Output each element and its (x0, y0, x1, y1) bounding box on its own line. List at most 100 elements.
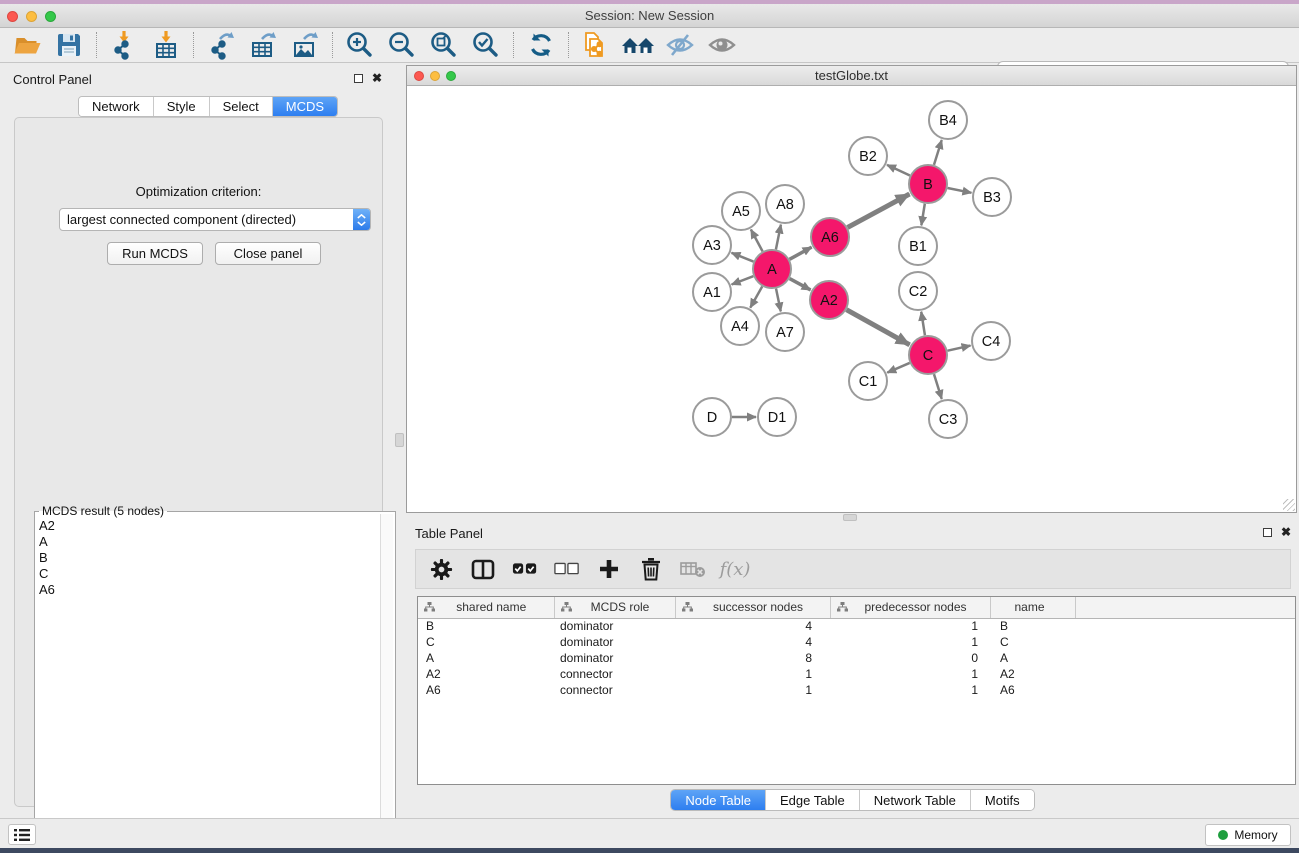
table-cell[interactable]: 1 (830, 618, 990, 634)
zoom-fit-icon[interactable] (427, 30, 461, 60)
mcds-result-item[interactable]: A6 (36, 582, 377, 598)
mcds-result-item[interactable]: B (36, 550, 377, 566)
mcds-result-list[interactable]: A2ABCA6 (36, 518, 377, 847)
table-cell[interactable]: 4 (675, 618, 830, 634)
table-cell[interactable]: 8 (675, 650, 830, 666)
table-cell[interactable]: 0 (830, 650, 990, 666)
edge-B-B1[interactable] (921, 204, 924, 226)
select-all-columns-icon[interactable] (512, 556, 538, 582)
table-cell[interactable]: 1 (675, 682, 830, 698)
zoom-in-icon[interactable] (343, 30, 377, 60)
mcds-result-scrollbar[interactable] (380, 514, 393, 847)
vertical-splitter-handle[interactable] (395, 433, 404, 447)
column-header-MCDS-role[interactable]: MCDS role (554, 597, 675, 618)
column-header-name[interactable]: name (990, 597, 1075, 618)
edge-B-B4[interactable] (934, 140, 942, 165)
node-table[interactable]: shared nameMCDS rolesuccessor nodesprede… (417, 596, 1296, 785)
table-cell[interactable]: connector (554, 666, 675, 682)
export-network-icon[interactable] (204, 30, 238, 60)
tab-node-table[interactable]: Node Table (671, 790, 766, 810)
edge-B-B3[interactable] (948, 188, 972, 193)
table-cell[interactable]: C (990, 634, 1075, 650)
edge-C-C2[interactable] (921, 312, 925, 335)
edge-A-A3[interactable] (731, 253, 753, 262)
edge-A-A5[interactable] (751, 230, 763, 252)
resize-grip-icon[interactable] (1283, 499, 1295, 511)
tab-network-table[interactable]: Network Table (860, 790, 971, 810)
export-table-icon[interactable] (246, 30, 280, 60)
table-cell[interactable]: dominator (554, 634, 675, 650)
table-cell[interactable]: dominator (554, 650, 675, 666)
edge-A2-C[interactable] (846, 310, 909, 345)
table-cell[interactable]: connector (554, 682, 675, 698)
mcds-result-item[interactable]: A (36, 534, 377, 550)
table-cell[interactable]: 1 (830, 634, 990, 650)
network-canvas[interactable]: AA1A2A3A4A5A6A7A8BB1B2B3B4CC1C2C3C4DD1 (407, 86, 1296, 512)
table-row[interactable]: A6connector11A6 (418, 682, 1295, 698)
deselect-all-columns-icon[interactable] (554, 556, 580, 582)
table-row[interactable]: Cdominator41C (418, 634, 1295, 650)
table-row[interactable]: A2connector11A2 (418, 666, 1295, 682)
network-window-titlebar[interactable]: testGlobe.txt (407, 66, 1296, 86)
toggle-columns-icon[interactable] (470, 556, 496, 582)
close-panel-icon[interactable]: ✖ (372, 73, 382, 83)
table-cell[interactable]: A6 (990, 682, 1075, 698)
delete-columns-icon[interactable] (638, 556, 664, 582)
import-network-icon[interactable] (107, 30, 141, 60)
tab-style[interactable]: Style (154, 97, 210, 116)
float-panel-icon[interactable] (354, 74, 363, 83)
tab-mcds[interactable]: MCDS (273, 97, 337, 116)
open-file-icon[interactable] (10, 30, 44, 60)
table-cell[interactable]: 1 (675, 666, 830, 682)
horizontal-splitter-handle[interactable] (843, 514, 857, 521)
add-column-icon[interactable] (596, 556, 622, 582)
table-cell[interactable]: 4 (675, 634, 830, 650)
edge-A-A1[interactable] (732, 276, 754, 284)
run-mcds-button[interactable]: Run MCDS (107, 242, 203, 265)
table-row[interactable]: Bdominator41B (418, 618, 1295, 634)
column-header-shared-name[interactable]: shared name (418, 597, 554, 618)
column-header-successor-nodes[interactable]: successor nodes (675, 597, 830, 618)
tab-network[interactable]: Network (79, 97, 154, 116)
table-cell[interactable]: B (418, 618, 554, 634)
clone-network-icon[interactable] (579, 30, 613, 60)
refresh-network-icon[interactable] (524, 30, 558, 60)
table-cell[interactable]: A (418, 650, 554, 666)
table-cell[interactable]: B (990, 618, 1075, 634)
table-row[interactable]: Adominator80A (418, 650, 1295, 666)
table-cell[interactable]: A2 (990, 666, 1075, 682)
close-panel-button[interactable]: Close panel (215, 242, 321, 265)
table-settings-icon[interactable] (428, 556, 454, 582)
table-close-panel-icon[interactable]: ✖ (1281, 527, 1291, 537)
edge-A6-B[interactable] (848, 194, 910, 227)
save-session-icon[interactable] (52, 30, 86, 60)
edge-A-A4[interactable] (750, 286, 762, 307)
import-table-icon[interactable] (149, 30, 183, 60)
edge-A-A6[interactable] (790, 247, 812, 259)
table-cell[interactable]: 1 (830, 666, 990, 682)
edge-A-A8[interactable] (776, 225, 781, 250)
tab-edge-table[interactable]: Edge Table (766, 790, 860, 810)
minimize-window-button[interactable] (26, 11, 37, 22)
close-window-button[interactable] (7, 11, 18, 22)
task-history-button[interactable] (8, 824, 36, 845)
table-cell[interactable]: A (990, 650, 1075, 666)
memory-button[interactable]: Memory (1205, 824, 1291, 846)
network-minimize-button[interactable] (430, 71, 440, 81)
column-header-predecessor-nodes[interactable]: predecessor nodes (830, 597, 990, 618)
network-close-button[interactable] (414, 71, 424, 81)
table-cell[interactable]: 1 (830, 682, 990, 698)
edge-C-C3[interactable] (934, 374, 942, 399)
show-all-icon[interactable] (705, 30, 739, 60)
table-cell[interactable]: dominator (554, 618, 675, 634)
zoom-out-icon[interactable] (385, 30, 419, 60)
tab-select[interactable]: Select (210, 97, 273, 116)
mcds-result-item[interactable]: A2 (36, 518, 377, 534)
zoom-window-button[interactable] (45, 11, 56, 22)
edge-A-A7[interactable] (776, 289, 781, 312)
table-float-panel-icon[interactable] (1263, 528, 1272, 537)
network-zoom-button[interactable] (446, 71, 456, 81)
table-cell[interactable]: C (418, 634, 554, 650)
zoom-selected-icon[interactable] (469, 30, 503, 60)
export-image-icon[interactable] (288, 30, 322, 60)
